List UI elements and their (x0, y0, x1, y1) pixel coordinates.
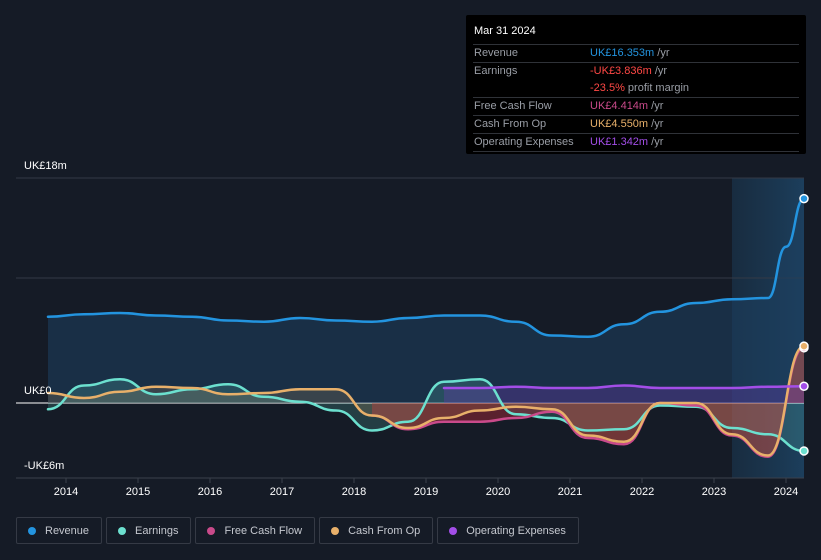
tooltip-row: Earnings -UK£3.836m /yr (473, 63, 799, 80)
x-tick-label: 2018 (342, 486, 366, 498)
tooltip-label: Revenue (474, 47, 519, 59)
tooltip-value: UK£4.550m /yr (590, 118, 664, 130)
x-tick-label: 2021 (558, 486, 582, 498)
tooltip-label: Operating Expenses (474, 136, 574, 148)
operating-expenses-end-point (799, 381, 809, 391)
tooltip-value: UK£16.353m /yr (590, 47, 670, 59)
x-tick-label: 2016 (198, 486, 222, 498)
tooltip-label (473, 80, 590, 97)
legend-label: Earnings (135, 524, 179, 537)
x-tick-label: 2017 (270, 486, 294, 498)
legend-item-cash-from-op[interactable]: Cash From Op (319, 517, 434, 544)
legend-dot-icon (207, 526, 216, 535)
legend-dot-icon (28, 526, 36, 535)
legend-item-free-cash-flow[interactable]: Free Cash Flow (195, 517, 316, 544)
tooltip-date: Mar 31 2024 (473, 21, 799, 45)
tooltip-value: UK£4.414m /yr (590, 100, 664, 112)
tooltip-value: UK£1.342m /yr (590, 136, 664, 148)
tooltip-row: Cash From Op UK£4.550m /yr (473, 116, 799, 134)
legend-label: Revenue (45, 524, 90, 537)
tooltip-row: -23.5% profit margin (473, 80, 799, 98)
legend-dot-icon (331, 526, 340, 535)
legend-item-operating-expenses[interactable]: Operating Expenses (437, 517, 579, 544)
legend-item-revenue[interactable]: Revenue (16, 517, 103, 544)
x-tick-label: 2020 (486, 486, 510, 498)
legend: Revenue Earnings Free Cash Flow Cash From O… (16, 517, 579, 544)
cash-from-op-end-point (799, 341, 809, 351)
legend-label: Free Cash Flow (224, 524, 303, 537)
tooltip-row: Free Cash Flow UK£4.414m /yr (473, 98, 799, 116)
legend-dot-icon (118, 526, 127, 535)
legend-dot-icon (449, 526, 458, 535)
x-tick-label: 2014 (54, 486, 78, 498)
revenue-area (48, 198, 804, 403)
y-tick-label: -UK£6m (24, 460, 64, 472)
tooltip-row: Operating Expenses UK£1.342m /yr (473, 134, 799, 152)
tooltip-value: -UK£3.836m /yr (590, 65, 668, 77)
legend-label: Operating Expenses (466, 524, 566, 537)
earnings-end-point (799, 446, 809, 456)
x-tick-label: 2024 (774, 486, 798, 498)
x-tick-label: 2023 (702, 486, 726, 498)
legend-label: Cash From Op (348, 524, 421, 537)
x-tick-label: 2015 (126, 486, 150, 498)
tooltip-label: Earnings (474, 65, 518, 77)
x-tick-label: 2019 (414, 486, 438, 498)
x-tick-label: 2022 (630, 486, 654, 498)
tooltip-label: Cash From Op (474, 118, 547, 130)
tooltip-row: Revenue UK£16.353m /yr (473, 45, 799, 63)
revenue-end-point (799, 193, 809, 204)
tooltip-value: -23.5% profit margin (590, 82, 690, 94)
legend-item-earnings[interactable]: Earnings (106, 517, 192, 544)
tooltip-panel: Mar 31 2024 Revenue UK£16.353m /yr Earning… (466, 15, 806, 154)
y-tick-label: UK£18m (24, 160, 67, 172)
y-tick-label: UK£0 (24, 385, 52, 397)
tooltip-label: Free Cash Flow (474, 100, 552, 112)
